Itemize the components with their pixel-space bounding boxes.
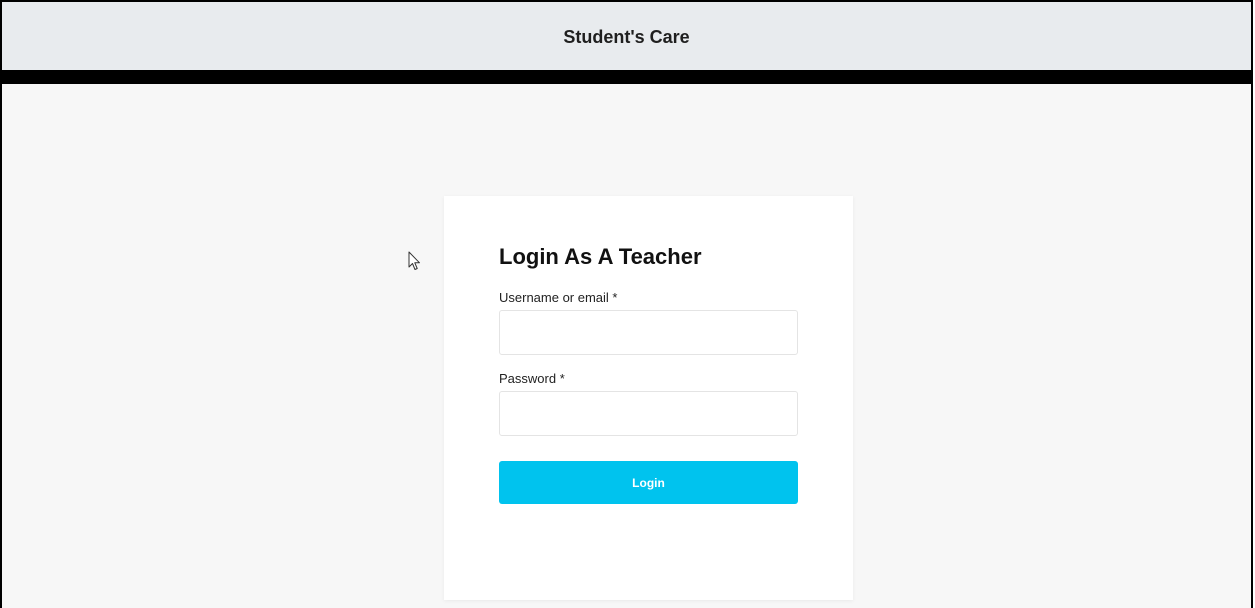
username-label: Username or email * <box>499 290 618 305</box>
password-label: Password * <box>499 371 565 386</box>
top-header: Student's Care <box>2 2 1251 70</box>
login-card: Login As A Teacher Username or email * P… <box>444 196 853 600</box>
app-window: Student's Care Login As A Teacher Userna… <box>0 0 1253 608</box>
password-input[interactable] <box>499 391 798 436</box>
site-title: Student's Care <box>563 26 690 47</box>
username-input[interactable] <box>499 310 798 355</box>
login-title: Login As A Teacher <box>499 244 702 269</box>
mouse-pointer-icon <box>408 251 420 270</box>
header-divider-bar <box>2 70 1251 84</box>
login-button[interactable]: Login <box>499 461 798 504</box>
